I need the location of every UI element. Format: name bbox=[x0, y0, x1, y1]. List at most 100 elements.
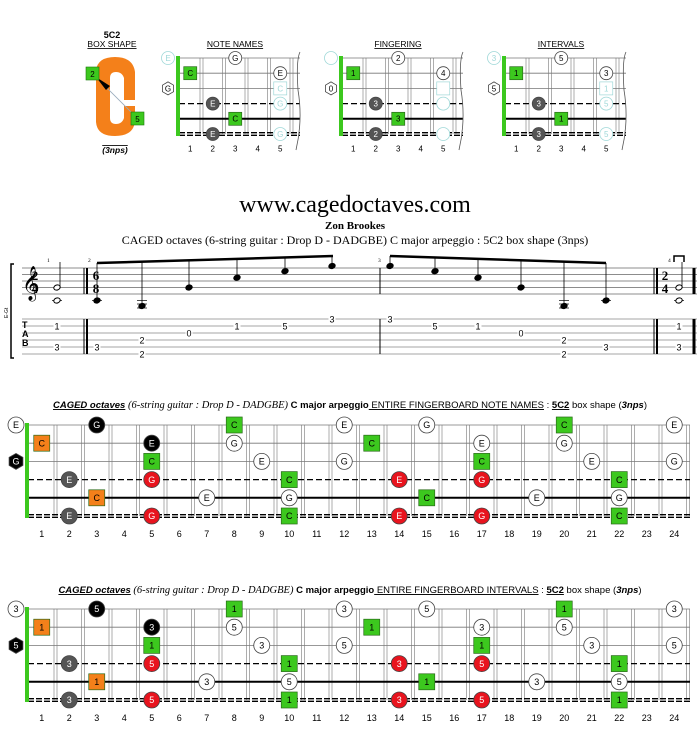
note-marker: 5 bbox=[487, 81, 501, 96]
note-label: 2 bbox=[374, 130, 379, 139]
note-label: G bbox=[231, 438, 238, 448]
note-label: E bbox=[210, 130, 215, 139]
tab-number: 5 bbox=[432, 321, 437, 331]
note-marker: G bbox=[335, 452, 353, 470]
note-label: C bbox=[149, 457, 156, 467]
note-label: 5 bbox=[559, 54, 564, 63]
fret-number: 5 bbox=[604, 144, 609, 153]
note-marker: 1 bbox=[225, 600, 243, 618]
time-signature-bottom: 4 bbox=[662, 281, 669, 296]
board-title-segment: box shape ( bbox=[564, 585, 617, 596]
fret-number: 16 bbox=[449, 713, 459, 723]
board-title-segment: (6-string guitar : bbox=[125, 400, 201, 411]
fermata-icon bbox=[673, 255, 685, 262]
note-label: E bbox=[278, 69, 283, 78]
note-marker: 3 bbox=[253, 637, 271, 654]
time-signature-bottom: 8 bbox=[93, 281, 100, 296]
note-marker: 5 bbox=[473, 655, 491, 672]
fret-number: 10 bbox=[284, 713, 294, 723]
note-label: 1 bbox=[562, 604, 567, 614]
tab-number: 3 bbox=[603, 342, 608, 352]
mini-diagram-note-names: NOTE NAMES1 2 3 4 5E GC EG CE GCE G bbox=[161, 39, 301, 153]
tab-number: 3 bbox=[94, 342, 99, 352]
note-marker: 2 bbox=[391, 51, 406, 65]
fret-number: 13 bbox=[367, 529, 377, 539]
note-marker: 1 bbox=[610, 655, 628, 672]
tab-number: 5 bbox=[282, 321, 287, 331]
note-marker: 1 bbox=[143, 637, 161, 654]
note-label: 5 bbox=[479, 695, 484, 705]
note-label: 3 bbox=[67, 695, 72, 705]
note-marker: C bbox=[418, 489, 436, 507]
board-title-segment: CAGED octaves bbox=[53, 400, 125, 411]
note-label: 1 bbox=[604, 84, 609, 93]
tab-number: 3 bbox=[329, 314, 334, 324]
note-label: C bbox=[94, 493, 101, 503]
note-label: 3 bbox=[479, 622, 484, 632]
note-label: G bbox=[165, 84, 171, 93]
note-label: 5 bbox=[342, 641, 347, 651]
note-marker: 3 bbox=[599, 66, 614, 81]
notehead bbox=[675, 297, 683, 304]
tab-number: 3 bbox=[676, 342, 681, 352]
shape-marker-start-label: 2 bbox=[90, 70, 95, 79]
tab-number: 2 bbox=[561, 349, 566, 359]
note-marker: 3 bbox=[390, 691, 408, 709]
nut bbox=[25, 607, 29, 702]
note-label: 5 bbox=[232, 622, 237, 632]
note-label: 1 bbox=[617, 659, 622, 669]
note-label: 3 bbox=[67, 659, 72, 669]
tab-number: 1 bbox=[676, 321, 681, 331]
fret-number: 1 bbox=[39, 713, 44, 723]
note-marker: 4 bbox=[436, 66, 451, 81]
fret-number: 20 bbox=[559, 713, 569, 723]
mini-diagram-fingering: FINGERING 1 2 3 4 5 2 1 4 0 3 3 2 bbox=[324, 39, 464, 153]
note-marker: C bbox=[33, 434, 51, 452]
note-label: G bbox=[12, 457, 19, 467]
shape-marker-end-label: 5 bbox=[135, 115, 140, 124]
note-marker: E bbox=[7, 416, 25, 434]
caged-arpeggio-sheet: 5C2 BOX SHAPE 2 5 (3nps) NOTE NAMES 1 2 3 4 5… bbox=[0, 0, 700, 746]
note-label: 1 bbox=[149, 641, 154, 651]
fret-number: 6 bbox=[177, 529, 182, 539]
note-marker: E bbox=[390, 471, 408, 489]
mini-diagrams: NOTE NAMES1 2 3 4 5E GC EG CE GCE GFINGERING1 2 3 4 5… bbox=[161, 39, 627, 153]
note-label: 1 bbox=[369, 622, 374, 632]
time-signature-bottom: 4 bbox=[32, 281, 39, 296]
note-marker: C bbox=[610, 471, 628, 488]
note-marker: E bbox=[198, 489, 216, 507]
note-label: E bbox=[13, 420, 19, 430]
note-label: 5 bbox=[287, 677, 292, 687]
note-label: E bbox=[396, 511, 402, 521]
note-marker bbox=[436, 127, 451, 141]
fret-number: 5 bbox=[149, 529, 154, 539]
note-marker: 3 bbox=[528, 673, 546, 691]
note-marker: 1 bbox=[363, 618, 381, 636]
board-title-segment: : bbox=[544, 400, 552, 411]
board-title-segment: ENTIRE FINGERBOARD INTERVALS bbox=[374, 585, 538, 596]
board-title-segment: : bbox=[539, 585, 547, 596]
note-marker: 3 bbox=[198, 673, 216, 691]
board-title-segment: - DADGBE) bbox=[239, 585, 296, 596]
note-marker bbox=[324, 51, 338, 65]
fingerboard-note-names: CAGED octaves (6-string guitar : Drop D … bbox=[7, 400, 690, 539]
note-marker: G bbox=[143, 507, 161, 525]
board-title-segment: C major arpeggio bbox=[296, 585, 374, 596]
note-marker: 3 bbox=[583, 637, 601, 654]
notation-and-tab: E-Gt𝄞TAB246824113232201 53335 10223413 bbox=[4, 254, 697, 359]
fret-number: 20 bbox=[559, 529, 569, 539]
note-marker: 5 bbox=[8, 636, 24, 654]
fret-number: 1 bbox=[351, 144, 356, 153]
note-marker: G bbox=[473, 471, 491, 489]
note-label: 5 bbox=[604, 130, 609, 139]
fret-number: 12 bbox=[339, 713, 349, 723]
board-title-segment: Drop D bbox=[201, 400, 234, 411]
note-label: E bbox=[534, 493, 540, 503]
fret-number: 11 bbox=[312, 713, 321, 723]
note-label: C bbox=[616, 475, 623, 485]
note-label: G bbox=[148, 511, 155, 521]
tab-number: 2 bbox=[139, 349, 144, 359]
note-marker: 0 bbox=[324, 81, 338, 96]
note-label: 5 bbox=[672, 641, 677, 651]
fingerboard-intervals: CAGED octaves (6-string guitar : Drop D … bbox=[7, 585, 690, 723]
